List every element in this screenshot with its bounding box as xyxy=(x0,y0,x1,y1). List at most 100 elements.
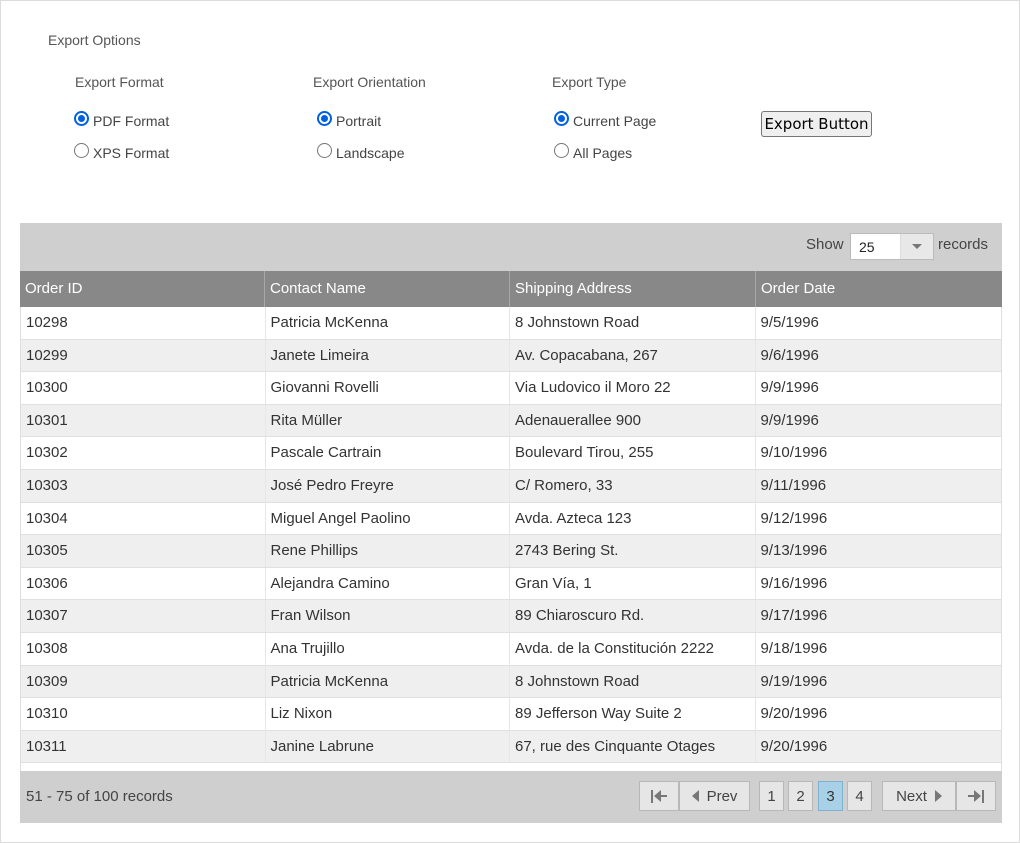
cell-order-date: 9/13/1996 xyxy=(760,542,828,560)
table-row[interactable]: 10309 Patricia McKenna 8 Johnstown Road 9/1… xyxy=(21,665,1001,699)
cell-order-date: 9/10/1996 xyxy=(760,444,828,462)
cell-shipping-address: Av. Copacabana, 267 xyxy=(510,339,756,372)
cell-contact-name: Giovanni Rovelli xyxy=(266,372,510,404)
grid-header: Order ID Contact Name Shipping Address O… xyxy=(20,271,1002,307)
xps-format-option[interactable]: XPS Format xyxy=(74,137,169,169)
table-row[interactable]: 10311 Janine Labrune 67, rue des Cinquante… xyxy=(21,730,1001,764)
last-page-button[interactable] xyxy=(956,781,996,811)
current-page-label[interactable]: Current Page xyxy=(573,113,656,129)
cell-contact-name: Miguel Angel Paolino xyxy=(266,502,510,535)
table-row[interactable]: 10300 Giovanni Rovelli Via Ludovico il Mor… xyxy=(21,372,1001,405)
table-row[interactable]: 10307 Fran Wilson 89 Chiaroscuro Rd. 9/17/1… xyxy=(21,600,1001,633)
cell-contact-name: José Pedro Freyre xyxy=(266,469,510,502)
prev-label: Prev xyxy=(706,787,738,805)
cell-contact-name: Patricia McKenna xyxy=(266,665,510,698)
show-label: Show xyxy=(806,236,844,253)
cell-shipping-address: Gran Vía, 1 xyxy=(510,567,756,600)
all-pages-option[interactable]: All Pages xyxy=(554,137,656,169)
cell-order-date: 9/17/1996 xyxy=(760,607,828,625)
cell-order-date: 9/20/1996 xyxy=(760,705,828,723)
prev-page-button[interactable]: Prev xyxy=(679,781,750,811)
current-page-option[interactable]: Current Page xyxy=(554,105,656,137)
cell-shipping-address: C/ Romero, 33 xyxy=(510,469,756,502)
cell-order-id: 10310 xyxy=(21,698,266,730)
cell-order-date: 9/16/1996 xyxy=(760,574,828,592)
cell-contact-name: Alejandra Camino xyxy=(266,567,510,600)
column-header-order-date[interactable]: Order Date xyxy=(756,271,1002,307)
cell-shipping-address: Boulevard Tirou, 255 xyxy=(510,437,756,469)
export-button[interactable]: Export Button xyxy=(761,111,872,137)
column-header-order-id[interactable]: Order ID xyxy=(20,271,265,307)
export-options-title: Export Options xyxy=(48,32,141,48)
cell-contact-name: Rene Phillips xyxy=(266,535,510,567)
page-2-button[interactable]: 2 xyxy=(788,781,813,811)
chevron-down-icon[interactable] xyxy=(900,234,933,259)
grid-toolbar: Show 25 records xyxy=(20,223,1002,271)
pager-summary: 51 - 75 of 100 records xyxy=(26,788,173,805)
pdf-format-label[interactable]: PDF Format xyxy=(93,113,169,129)
cell-shipping-address: 8 Johnstown Road xyxy=(510,307,756,339)
page-size-select[interactable]: 25 xyxy=(850,233,934,260)
cell-order-date: 9/9/1996 xyxy=(760,379,819,397)
current-page-radio[interactable] xyxy=(554,110,569,126)
pdf-format-radio[interactable] xyxy=(74,110,89,126)
last-page-icon xyxy=(968,789,984,803)
page-4-button[interactable]: 4 xyxy=(847,781,872,811)
landscape-label[interactable]: Landscape xyxy=(336,145,405,161)
portrait-radio[interactable] xyxy=(317,110,332,126)
export-demo-panel: Export Options Export Format PDF Format … xyxy=(0,0,1020,843)
column-header-shipping-address[interactable]: Shipping Address xyxy=(510,271,756,307)
page-3-button[interactable]: 3 xyxy=(818,781,843,811)
pdf-format-option[interactable]: PDF Format xyxy=(74,105,169,137)
all-pages-radio[interactable] xyxy=(554,142,569,158)
cell-order-id: 10311 xyxy=(21,730,266,763)
column-header-contact-name[interactable]: Contact Name xyxy=(265,271,510,307)
portrait-label[interactable]: Portrait xyxy=(336,113,381,129)
landscape-radio[interactable] xyxy=(317,142,332,158)
cell-order-date: 9/18/1996 xyxy=(760,639,828,657)
page-size-value[interactable]: 25 xyxy=(859,239,875,255)
cell-order-id: 10298 xyxy=(21,307,266,339)
table-row[interactable]: 10305 Rene Phillips 2743 Bering St. 9/13/19… xyxy=(21,535,1001,568)
landscape-option[interactable]: Landscape xyxy=(317,137,426,169)
cell-shipping-address: 2743 Bering St. xyxy=(510,535,756,567)
table-row[interactable]: 10304 Miguel Angel Paolino Avda. Azteca 12… xyxy=(21,502,1001,536)
portrait-option[interactable]: Portrait xyxy=(317,105,426,137)
cell-order-date: 9/20/1996 xyxy=(760,737,828,755)
cell-order-date: 9/5/1996 xyxy=(760,314,819,331)
xps-format-label[interactable]: XPS Format xyxy=(93,145,169,161)
table-row[interactable]: 10310 Liz Nixon 89 Jefferson Way Suite 2 9/… xyxy=(21,698,1001,731)
cell-shipping-address: 89 Chiaroscuro Rd. xyxy=(510,600,756,632)
table-row[interactable]: 10306 Alejandra Camino Gran Vía, 1 9/16/199… xyxy=(21,567,1001,601)
cell-shipping-address: Avda. Azteca 123 xyxy=(510,502,756,535)
cell-order-id: 10309 xyxy=(21,665,266,698)
table-row[interactable]: 10301 Rita Müller Adenauerallee 900 9/9/199… xyxy=(21,404,1001,438)
cell-contact-name: Janete Limeira xyxy=(266,339,510,372)
table-row[interactable]: 10299 Janete Limeira Av. Copacabana, 267 9/… xyxy=(21,339,1001,373)
cell-shipping-address: Via Ludovico il Moro 22 xyxy=(510,372,756,404)
first-page-button[interactable] xyxy=(639,781,679,811)
cell-contact-name: Fran Wilson xyxy=(266,600,510,632)
caret-right-icon xyxy=(934,790,942,802)
cell-order-id: 10303 xyxy=(21,469,266,502)
cell-shipping-address: 67, rue des Cinquante Otages xyxy=(510,730,756,763)
all-pages-label[interactable]: All Pages xyxy=(573,145,632,161)
table-row[interactable]: 10302 Pascale Cartrain Boulevard Tirou, 25… xyxy=(21,437,1001,470)
export-orientation-group: Export Orientation Portrait Landscape xyxy=(313,74,426,169)
page-1-button[interactable]: 1 xyxy=(759,781,784,811)
table-row[interactable]: 10298 Patricia McKenna 8 Johnstown Road 9/5… xyxy=(21,307,1001,340)
cell-order-id: 10302 xyxy=(21,437,266,469)
cell-order-id: 10305 xyxy=(21,535,266,567)
table-row[interactable]: 10303 José Pedro Freyre C/ Romero, 33 9/11/… xyxy=(21,469,1001,503)
cell-shipping-address: 8 Johnstown Road xyxy=(510,665,756,698)
cell-order-id: 10299 xyxy=(21,339,266,372)
cell-contact-name: Pascale Cartrain xyxy=(266,437,510,469)
first-page-icon xyxy=(651,789,667,803)
cell-contact-name: Rita Müller xyxy=(266,404,510,437)
cell-contact-name: Janine Labrune xyxy=(266,730,510,763)
cell-order-id: 10300 xyxy=(21,372,266,404)
xps-format-radio[interactable] xyxy=(74,142,89,158)
next-page-button[interactable]: Next xyxy=(882,781,956,811)
export-format-group: Export Format PDF Format XPS Format xyxy=(71,74,169,169)
table-row[interactable]: 10308 Ana Trujillo Avda. de la Constitució… xyxy=(21,632,1001,666)
